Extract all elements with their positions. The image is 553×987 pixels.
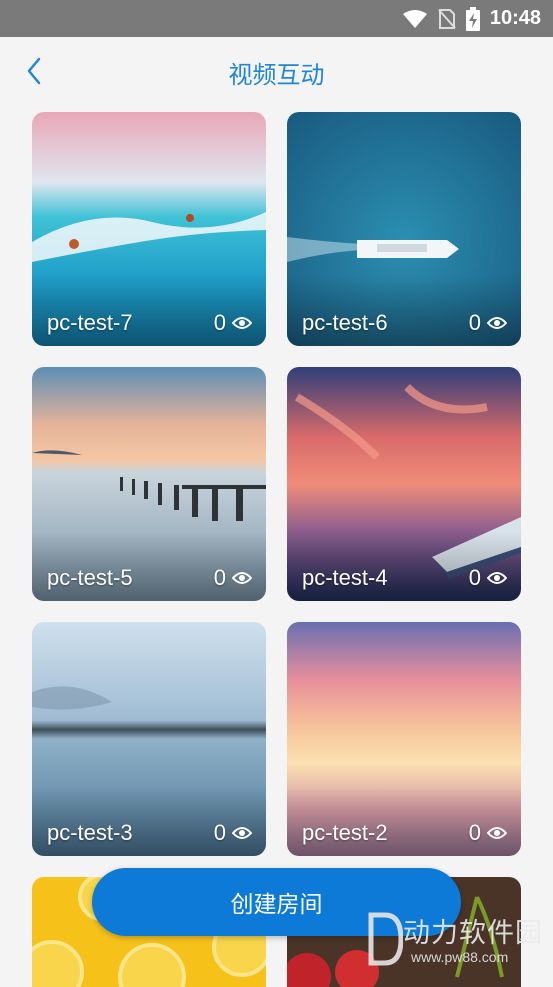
room-card[interactable]: pc-test-4 0 [287,367,521,601]
battery-charging-icon [465,6,480,31]
view-count: 0 [214,310,252,336]
eye-icon [232,317,252,329]
eye-icon [232,572,252,584]
room-name: pc-test-2 [302,820,388,845]
room-name: pc-test-7 [47,310,133,335]
watermark-text: 动力软件园 [403,918,543,949]
status-time: 10:48 [489,7,541,29]
no-sim-icon [438,8,456,29]
room-card[interactable]: pc-test-5 0 [32,367,266,601]
watermark: 动力软件园 www.pw88.com [363,909,543,979]
eye-icon [487,827,507,839]
view-count-value: 0 [213,565,226,590]
view-count-value: 0 [468,820,481,845]
view-count-value: 0 [213,310,226,335]
room-name: pc-test-4 [302,565,388,590]
view-count: 0 [469,310,507,336]
view-count: 0 [469,820,507,846]
view-count-value: 0 [468,310,481,335]
eye-icon [487,317,507,329]
eye-icon [232,827,252,839]
status-icons: 10:48 [402,0,541,37]
view-count-value: 0 [468,565,481,590]
view-count-value: 0 [213,820,226,845]
view-count: 0 [214,565,252,591]
room-name: pc-test-6 [302,310,388,335]
room-card[interactable]: pc-test-2 0 [287,622,521,856]
status-bar: 10:48 [0,0,553,37]
header: 视频互动 [0,37,553,105]
room-card[interactable]: pc-test-3 0 [32,622,266,856]
room-name: pc-test-3 [47,820,133,845]
room-card[interactable]: pc-test-7 0 [32,112,266,346]
page-title: 视频互动 [228,61,325,89]
watermark-logo-icon [368,912,403,966]
eye-icon [487,572,507,584]
room-card[interactable]: pc-test-6 0 [287,112,521,346]
view-count: 0 [469,565,507,591]
view-count: 0 [214,820,252,846]
wifi-icon [402,9,427,28]
room-name: pc-test-5 [47,565,133,590]
watermark-url: www.pw88.com [411,949,509,965]
